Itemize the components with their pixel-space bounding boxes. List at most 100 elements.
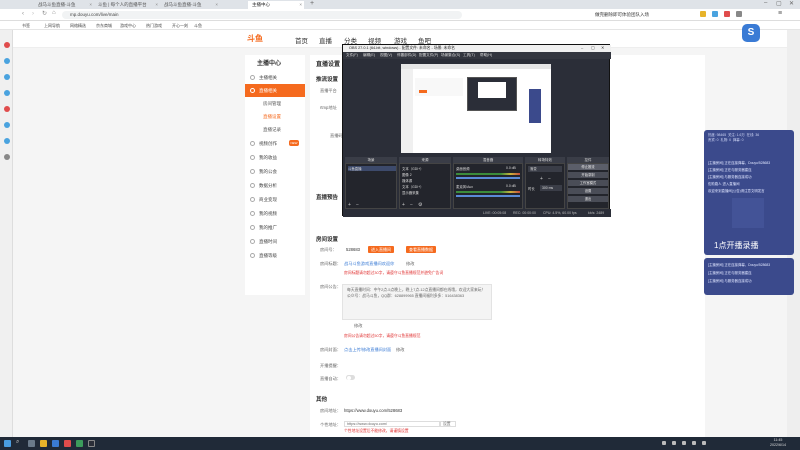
add-icon[interactable]: +	[348, 202, 351, 208]
sidebar-item[interactable]: 主播相关	[245, 71, 305, 84]
menu-item[interactable]: 工具(T)	[463, 52, 475, 59]
sidebar-app-icon[interactable]	[3, 138, 10, 144]
view-data-button[interactable]: 查看直播数据	[406, 246, 436, 253]
remove-icon[interactable]: −	[356, 202, 359, 208]
sidebar-item[interactable]: 我的视频	[245, 207, 305, 220]
sidebar-subitem[interactable]: 房间管理	[245, 98, 305, 110]
menu-item[interactable]: 视图(V)	[380, 52, 392, 59]
tray-icon[interactable]	[682, 441, 686, 445]
auto-toggle[interactable]	[346, 375, 355, 380]
search-hint-text[interactable]: 做完删除即可体验团队入场	[595, 12, 649, 18]
app-icon[interactable]	[76, 440, 83, 447]
menu-item[interactable]: 编辑(E)	[363, 52, 375, 59]
close-window-icon[interactable]: ✕	[789, 0, 794, 7]
maximize-icon[interactable]: ▢	[776, 0, 782, 7]
danmaku-panel-secondary[interactable]: [主播房间] 正在连接弹幕，Douyu/528683 [主播房间] 正在与服务器…	[704, 258, 794, 295]
extension-icon[interactable]	[700, 11, 706, 17]
menu-item[interactable]: 文件(F)	[346, 52, 358, 59]
source-item[interactable]: 显示器采集	[402, 190, 419, 195]
browser-tab[interactable]: 战马斗鱼直播-斗鱼 ×	[34, 1, 94, 9]
browser-tab[interactable]: 斗鱼 | 每个人的直播平台 ×	[94, 1, 160, 9]
browser-app-icon[interactable]	[52, 440, 59, 447]
sidebar-item[interactable]: 视频创作 NEW	[245, 137, 305, 150]
stop-stream-button[interactable]: 停止推流	[568, 164, 608, 170]
sidebar-subitem-active[interactable]: 直播设置	[245, 111, 305, 123]
close-icon[interactable]: ×	[155, 1, 158, 9]
app-icon[interactable]	[64, 440, 71, 447]
edit-cover-button[interactable]: 修改	[396, 347, 404, 353]
bookmark-item[interactable]: 上网导航	[44, 21, 60, 30]
gear-icon[interactable]: ⚙	[418, 202, 422, 208]
sidebar-item-active[interactable]: 直播相关	[245, 84, 305, 97]
close-icon[interactable]: ×	[215, 1, 218, 9]
extension-icon[interactable]	[724, 11, 730, 17]
close-icon[interactable]: ×	[299, 1, 302, 9]
sidebar-app-icon[interactable]	[3, 154, 10, 160]
sidebar-app-icon[interactable]	[3, 90, 10, 96]
sidebar-app-icon[interactable]	[3, 122, 10, 128]
douyu-logo[interactable]: 斗鱼	[247, 33, 263, 44]
sidebar-app-icon[interactable]	[3, 42, 10, 48]
close-icon[interactable]: ✕	[601, 45, 604, 50]
menu-item[interactable]: 场景集合(S)	[441, 52, 460, 59]
exit-button[interactable]: 退出	[568, 196, 608, 202]
bookmark-item[interactable]: 开心一刻	[172, 21, 188, 30]
sidebar-item[interactable]: 直播时间	[245, 235, 305, 248]
menu-item[interactable]: 帮助(H)	[480, 52, 492, 59]
studio-mode-button[interactable]: 工作室模式	[568, 180, 608, 186]
nav-item[interactable]: 直播	[319, 35, 332, 45]
search-icon[interactable]: ⌕	[16, 439, 19, 446]
sidebar-app-icon[interactable]	[3, 74, 10, 80]
room-title-value[interactable]: 战马斗鱼游戏直播间欢迎你	[344, 261, 394, 267]
danmaku-panel[interactable]: 热度: 98465 关注: 1.6万 在线: 36 贵宾: 0 礼物: 0 弹幕…	[704, 130, 794, 255]
add-icon[interactable]: +	[540, 176, 543, 182]
sidebar-item[interactable]: 商业变现	[245, 193, 305, 206]
add-icon[interactable]: +	[402, 202, 405, 208]
file-explorer-icon[interactable]	[40, 440, 47, 447]
tray-icon[interactable]	[662, 441, 666, 445]
edit-title-button[interactable]: 修改	[406, 261, 414, 267]
cover-upload-link[interactable]: 点击上传/修改直播间封面	[344, 347, 391, 353]
extension-icon[interactable]	[736, 11, 742, 17]
url-input[interactable]: mp.douyu.com/live/main	[62, 11, 462, 19]
sidebar-item[interactable]: 我的推广	[245, 221, 305, 234]
source-item[interactable]: 文本（GDI+）	[402, 184, 424, 189]
remove-icon[interactable]: −	[548, 176, 551, 182]
forward-icon[interactable]: ›	[32, 11, 34, 17]
volume-icon[interactable]	[702, 441, 706, 445]
menu-item[interactable]: 配置文件(P)	[419, 52, 438, 59]
sidebar-subitem[interactable]: 直播记录	[245, 124, 305, 136]
settings-button[interactable]: 设置	[568, 188, 608, 194]
duration-input[interactable]: 300 ms	[540, 185, 562, 191]
maximize-icon[interactable]: ▢	[591, 45, 595, 50]
extension-icon[interactable]	[712, 11, 718, 17]
scene-item[interactable]: 斗鱼直播	[348, 166, 396, 171]
home-icon[interactable]: ⌂	[52, 10, 56, 16]
bookmark-item[interactable]: 游戏中心	[120, 21, 136, 30]
volume-slider[interactable]	[456, 195, 520, 197]
task-view-icon[interactable]	[28, 440, 35, 447]
notice-textarea[interactable]: 每天直播时间：中午2点-5点晚上，晚上7点-12点直播间都在线哦，欢迎大家来玩！…	[342, 284, 492, 320]
personal-url-input[interactable]: https://www.douyu.com/	[344, 421, 440, 427]
browser-tab[interactable]: 战马斗鱼直播-斗鱼 ×	[160, 1, 220, 9]
sidebar-item[interactable]: 直播等级	[245, 249, 305, 262]
menu-icon[interactable]: ≡	[778, 10, 782, 17]
refresh-icon[interactable]: ↻	[42, 10, 47, 17]
source-item[interactable]: 图像 2	[402, 172, 412, 177]
bookmark-item[interactable]: 网络精选	[70, 21, 86, 30]
floating-app-button[interactable]: S	[742, 24, 760, 42]
sidebar-item[interactable]: 数据分析	[245, 179, 305, 192]
minimize-icon[interactable]: –	[581, 45, 583, 50]
sidebar-app-icon[interactable]	[3, 58, 10, 64]
volume-slider[interactable]	[456, 177, 520, 179]
tray-icon[interactable]	[672, 441, 676, 445]
obs-preview[interactable]	[401, 64, 551, 153]
transition-select[interactable]: 渐变	[528, 166, 562, 172]
bookmark-item[interactable]: 热门游戏	[146, 21, 162, 30]
bookmark-item[interactable]: 斗鱼	[194, 21, 202, 30]
bookmark-item[interactable]: 书签	[22, 21, 30, 30]
source-item[interactable]: 媒体源	[402, 178, 412, 183]
wifi-icon[interactable]	[692, 441, 696, 445]
sidebar-item[interactable]: 我的收益	[245, 151, 305, 164]
minimize-icon[interactable]: –	[764, 0, 767, 6]
